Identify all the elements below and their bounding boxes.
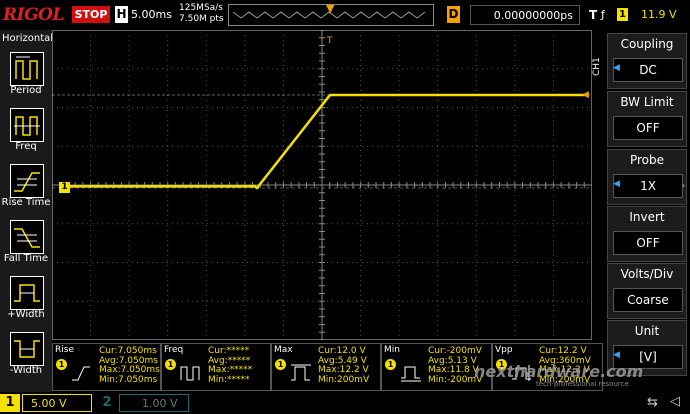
positive-width-icon[interactable] [10, 276, 44, 310]
measurement-channel: 1 [275, 359, 286, 370]
delay-key: D [447, 6, 460, 23]
rise-measure-icon [72, 366, 90, 381]
ch2-scale[interactable]: 1.00 V [119, 394, 189, 412]
trigger-time-marker-icon[interactable]: T [327, 36, 333, 46]
measurement-values: Cur:12.0 V Avg:5.49 V Max:12.2 V Min:200mV [318, 346, 370, 385]
measurement-name: Max [274, 345, 293, 355]
menu-item-negative-width[interactable]: -Width [0, 365, 52, 376]
rise-time-icon[interactable] [10, 164, 44, 198]
trigger-level[interactable]: 11.9 V [641, 8, 677, 21]
measurement-name: Min [384, 345, 400, 355]
probe-title: Probe [629, 153, 665, 167]
measurement-values: Cur:7.050ms Avg:7.050ms Max:7.050ms Min:7.0… [99, 346, 160, 385]
waveform-display[interactable] [51, 29, 592, 341]
timebase-value[interactable]: 5.00ms [131, 8, 172, 21]
probe-panel[interactable]: Probe 1X ◀ [607, 149, 687, 205]
ch1-menu-tag: CH1 [592, 52, 606, 82]
ch2-button[interactable]: 2 [97, 394, 117, 412]
bw-limit-panel[interactable]: BW Limit OFF [607, 91, 687, 147]
sample-rate: 125MSa/s [179, 3, 223, 13]
measurement-min: Min:***** [208, 374, 250, 385]
max-measure-icon [291, 364, 311, 381]
invert-panel[interactable]: Invert OFF [607, 206, 687, 262]
coupling-value[interactable]: DC [613, 58, 683, 82]
invert-value[interactable]: OFF [613, 231, 683, 255]
speaker-icon[interactable]: ◁ [670, 394, 680, 409]
fall-time-icon[interactable] [10, 220, 44, 254]
probe-arrow-icon: ◀ [613, 179, 620, 189]
measurement-min: Min:200mV [318, 374, 370, 385]
trigger-level-marker-icon[interactable]: ◀ [582, 90, 589, 100]
period-icon[interactable] [10, 52, 44, 86]
brand-logo: RIGOL [3, 5, 64, 25]
bw-limit-value[interactable]: OFF [613, 116, 683, 140]
watermark-subtext: tech-professional resource [536, 380, 629, 388]
measurement-channel: 1 [385, 359, 396, 370]
menu-item-positive-width[interactable]: +Width [0, 309, 52, 320]
freq-measure-icon [180, 366, 200, 381]
timebase-key: H [115, 6, 128, 23]
trigger-key: T [589, 8, 598, 22]
ch1-scale[interactable]: 5.00 V [22, 394, 92, 412]
measurement-name: Rise [55, 345, 74, 355]
coupling-panel[interactable]: Coupling DC ◀ [607, 33, 687, 89]
unit-title: Unit [634, 324, 660, 338]
menu-item-period[interactable]: Period [0, 85, 52, 96]
acquisition-info: 125MSa/s 7.50M pts [179, 3, 224, 25]
measurement-rise[interactable]: Rise 1 Cur:7.050ms Avg:7.050ms Max:7.050ms… [52, 343, 161, 391]
bw-limit-title: BW Limit [620, 95, 674, 109]
coupling-arrow-icon: ◀ [613, 63, 620, 73]
volts-div-value[interactable]: Coarse [613, 288, 683, 312]
left-menu-title: Horizontal [2, 33, 54, 44]
usb-icon: ⇆ [647, 395, 658, 410]
trigger-source: 1 [617, 8, 628, 21]
volts-div-title: Volts/Div [620, 267, 674, 281]
ch1-ground-marker[interactable]: 1 [59, 182, 70, 193]
min-measure-icon [401, 366, 421, 382]
memory-depth: 7.50M pts [179, 14, 224, 24]
measurement-freq[interactable]: Freq 1 Cur:***** Avg:***** Max:***** Min:**… [161, 343, 271, 391]
coupling-title: Coupling [620, 37, 674, 51]
status-bar: RIGOL STOP H 5.00ms 125MSa/s 7.50M pts ▼… [0, 0, 690, 30]
measurement-name: Freq [164, 345, 184, 355]
measurement-values: Cur:***** Avg:***** Max:***** Min:***** [208, 346, 252, 385]
menu-item-fall-time[interactable]: Fall Time [0, 253, 52, 264]
frequency-icon[interactable] [10, 108, 44, 142]
waveform-grid [51, 29, 592, 341]
negative-width-icon[interactable] [10, 332, 44, 366]
menu-page-arrow-icon[interactable]: › [682, 181, 685, 190]
menu-item-freq[interactable]: Freq [0, 141, 52, 152]
measurement-max[interactable]: Max 1 Cur:12.0 V Avg:5.49 V Max:12.2 V Min:… [271, 343, 381, 391]
ch1-button[interactable]: 1 [0, 394, 20, 412]
watermark-text: nexthardware.com [474, 362, 644, 381]
measurement-channel: 1 [165, 359, 176, 370]
delay-value[interactable]: 0.00000000ps [470, 5, 580, 25]
run-stop-button[interactable]: STOP [72, 6, 110, 23]
trigger-position-marker-icon: ▼ [326, 2, 335, 15]
volts-div-panel[interactable]: Volts/Div Coarse [607, 263, 687, 319]
menu-item-rise-time[interactable]: Rise Time [0, 197, 52, 208]
measurement-min: Min:7.050ms [99, 374, 158, 385]
measurement-name: Vpp [495, 345, 513, 355]
probe-value[interactable]: 1X [613, 174, 683, 198]
ch1-waveform-trace [66, 93, 588, 190]
rising-edge-icon: ƒ [601, 8, 605, 21]
unit-arrow-icon: ◀ [613, 350, 620, 360]
invert-title: Invert [629, 210, 665, 224]
measurement-channel: 1 [56, 359, 67, 370]
